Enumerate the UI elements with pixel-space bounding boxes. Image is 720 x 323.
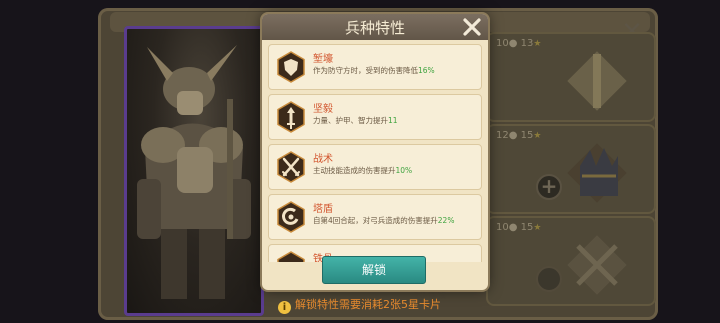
modal-title: 兵种特性 <box>344 19 405 37</box>
trait-name: 塔盾 <box>313 204 333 215</box>
equipment-card-1: 10● 13★ <box>486 32 656 122</box>
add-equipment-button: + <box>536 174 562 200</box>
trait-item-trench[interactable]: 堑壕 作为防守方时，受到的伤害降低16% <box>268 44 482 90</box>
crossed-swords-icon <box>277 151 305 183</box>
bone-icon <box>277 251 305 262</box>
trait-description: 力量、护甲、智力提升11 <box>313 116 398 125</box>
spiked-armor-icon <box>567 143 627 203</box>
card-cost: 10● 15★ <box>496 222 542 233</box>
trait-name: 战术 <box>313 154 333 165</box>
modal-header: 兵种特性 <box>262 14 488 40</box>
info-icon: i <box>278 301 291 314</box>
hero-portrait <box>124 26 264 316</box>
trait-list[interactable]: 堑壕 作为防守方时，受到的伤害降低16% 坚毅 力量、护甲、智力提升11 战术 … <box>268 42 482 262</box>
unlock-button[interactable]: 解锁 <box>322 256 426 284</box>
trait-name: 坚毅 <box>313 104 333 115</box>
card-cost: 12● 15★ <box>496 130 542 141</box>
card-cost: 10● 13★ <box>496 38 542 49</box>
unlock-cost-text: 解锁特性需要消耗2张5星卡片 <box>295 298 441 311</box>
tower-equipment-icon <box>567 51 627 111</box>
trait-item-fortitude[interactable]: 坚毅 力量、护甲、智力提升11 <box>268 94 482 140</box>
crossed-weapons-icon <box>567 235 627 295</box>
trait-description: 自第4回合起，对弓兵造成的伤害提升22% <box>313 216 455 225</box>
armored-warrior-illustration <box>137 45 251 299</box>
trait-description: 作为防守方时，受到的伤害降低16% <box>313 66 435 75</box>
shield-icon <box>277 51 305 83</box>
trait-modal: 兵种特性 堑壕 作为防守方时，受到的伤害降低16% 坚毅 力量、护甲、智力提升1… <box>262 14 488 290</box>
sword-up-icon <box>277 101 305 133</box>
trait-item-tower-shield[interactable]: 塔盾 自第4回合起，对弓兵造成的伤害提升22% <box>268 194 482 240</box>
unlock-cost-note: i 解锁特性需要消耗2张5星卡片 <box>278 296 441 314</box>
close-icon[interactable] <box>460 15 484 39</box>
tower-shield-icon <box>277 201 305 233</box>
trait-name: 堑壕 <box>313 54 333 65</box>
equipment-card-2: 12● 15★ <box>486 124 656 214</box>
trait-description: 主动技能造成的伤害提升10% <box>313 166 413 175</box>
trait-item-tactics[interactable]: 战术 主动技能造成的伤害提升10% <box>268 144 482 190</box>
lock-icon <box>536 266 562 292</box>
equipment-card-3: 10● 15★ <box>486 216 656 306</box>
